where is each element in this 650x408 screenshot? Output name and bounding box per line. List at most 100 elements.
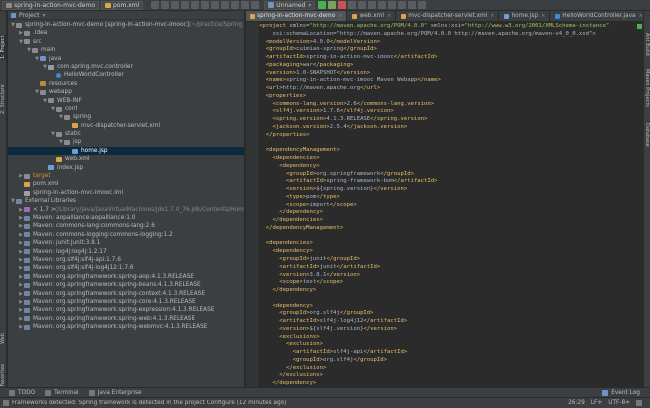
tool-project[interactable]: 1: Project bbox=[0, 35, 6, 59]
copy-icon[interactable] bbox=[211, 1, 220, 9]
tree-node[interactable]: ▶ Maven: commons-logging:commons-logging:… bbox=[8, 231, 244, 239]
sdk-icon[interactable] bbox=[408, 1, 417, 9]
tree-node[interactable]: ▶ Maven: commons-lang:commons-lang:2.6 bbox=[8, 222, 244, 230]
tree-node[interactable]: resources bbox=[8, 80, 244, 88]
tree-node[interactable]: ▶ Maven: org.slf4j:slf4j-api:1.7.6 bbox=[8, 256, 244, 264]
code-line: <exclusion> bbox=[285, 341, 324, 348]
tool-ant-build[interactable]: Ant Build bbox=[644, 33, 650, 56]
tree-node[interactable]: ▼ jsp bbox=[8, 138, 244, 146]
tree-node[interactable]: ▼ com.spring.mvc.controller bbox=[8, 63, 244, 71]
tree-node[interactable]: ▼ spring-in-action-mvc-demo [spring-in-ac… bbox=[8, 21, 244, 29]
editor-tab[interactable]: mvc-dispatcher-servlet.xml × bbox=[397, 11, 500, 21]
sync-icon[interactable] bbox=[171, 1, 180, 9]
stop-icon[interactable] bbox=[338, 1, 347, 9]
tree-node[interactable]: ▼ src bbox=[8, 38, 244, 46]
build-icon[interactable] bbox=[251, 1, 260, 9]
vcs-update-icon[interactable] bbox=[358, 1, 367, 9]
tree-node[interactable]: ▼ conf bbox=[8, 105, 244, 113]
iml-icon bbox=[24, 190, 30, 196]
paste-icon[interactable] bbox=[221, 1, 230, 9]
tree-node[interactable]: spring-in-action-mvc-imooc.iml bbox=[8, 189, 244, 197]
open-icon[interactable] bbox=[151, 1, 160, 9]
folder-icon bbox=[6, 2, 12, 8]
close-icon[interactable]: × bbox=[541, 13, 545, 19]
save-icon[interactable] bbox=[161, 1, 170, 9]
chevron-down-icon: ▾ bbox=[42, 11, 46, 19]
tree-node[interactable]: ▼ spring bbox=[8, 113, 244, 121]
tree-node[interactable]: ▶ Maven: aopalliance:aopalliance:1.0 bbox=[8, 214, 244, 222]
tree-node[interactable]: ▶ .idea bbox=[8, 29, 244, 37]
editor-tab[interactable]: spring-in-action-mvc-demo × bbox=[246, 11, 348, 21]
editor-tab[interactable]: web.xml × bbox=[348, 11, 397, 21]
layout-icon[interactable] bbox=[3, 400, 9, 406]
structure-icon[interactable] bbox=[398, 1, 407, 9]
breadcrumb-project[interactable]: spring-in-action-mvc-demo bbox=[2, 0, 99, 10]
tree-node-path: (~/practice/Spring bbox=[188, 22, 243, 28]
cut-icon[interactable] bbox=[201, 1, 210, 9]
tree-node[interactable]: mvc-dispatcher-servlet.xml bbox=[8, 122, 244, 130]
code-editor[interactable]: <project xmlns="http://maven.apache.org/… bbox=[259, 23, 643, 387]
tree-node[interactable]: ▼ External Libraries bbox=[8, 197, 244, 205]
tree-node[interactable]: ▶ Maven: org.slf4j:slf4j-log4j12:1.7.6 bbox=[8, 264, 244, 272]
tree-node[interactable]: ▼ WEB-INF bbox=[8, 97, 244, 105]
tool-structure[interactable]: 2: Structure bbox=[0, 84, 6, 114]
tree-node[interactable]: web.xml bbox=[8, 155, 244, 163]
close-icon[interactable]: × bbox=[490, 13, 494, 19]
tool-database[interactable]: Database bbox=[644, 123, 650, 147]
tree-node[interactable]: HelloWorldController bbox=[8, 71, 244, 79]
lock-icon[interactable] bbox=[636, 400, 642, 406]
breadcrumb-file[interactable]: pom.xml bbox=[101, 0, 144, 10]
tree-node[interactable]: ▼ main bbox=[8, 46, 244, 54]
find-icon[interactable] bbox=[231, 1, 240, 9]
coverage-icon[interactable] bbox=[348, 1, 357, 9]
help-icon[interactable] bbox=[418, 1, 427, 9]
tool-event-log[interactable]: Event Log bbox=[602, 389, 640, 396]
tool-java-enterprise[interactable]: Java Enterprise bbox=[88, 389, 142, 396]
tree-node[interactable]: ▶ Maven: org.springframework:spring-core:… bbox=[8, 298, 244, 306]
tree-node[interactable]: ▶ Maven: org.springframework:spring-webmv… bbox=[8, 323, 244, 331]
run-icon[interactable] bbox=[318, 1, 327, 9]
tree-node[interactable]: ▼ static bbox=[8, 130, 244, 138]
tool-web[interactable]: Web bbox=[0, 333, 6, 344]
vcs-commit-icon[interactable] bbox=[368, 1, 377, 9]
status-message[interactable]: Frameworks detected: Spring framework is… bbox=[12, 400, 562, 406]
history-icon[interactable] bbox=[378, 1, 387, 9]
tree-node[interactable]: home.jsp bbox=[8, 146, 244, 156]
debug-icon[interactable] bbox=[328, 1, 337, 9]
close-icon[interactable]: × bbox=[338, 13, 342, 19]
tree-node[interactable]: ▼ webapp bbox=[8, 88, 244, 96]
tree-node[interactable]: ▶ Maven: org.springframework:spring-conte… bbox=[8, 290, 244, 298]
tree-node[interactable]: ▶ Maven: org.springframework:spring-beans… bbox=[8, 281, 244, 289]
tree-node[interactable]: ▼ java bbox=[8, 55, 244, 63]
tree-node[interactable]: pom.xml bbox=[8, 180, 244, 188]
config-icon bbox=[268, 2, 275, 8]
project-panel-header[interactable]: Project ▾ bbox=[8, 11, 244, 20]
caret-position[interactable]: 26:29 bbox=[568, 400, 585, 406]
tree-node[interactable]: ▶ Maven: org.springframework:spring-aop:4… bbox=[8, 273, 244, 281]
replace-icon[interactable] bbox=[241, 1, 250, 9]
tool-todo[interactable]: TODO bbox=[9, 389, 35, 396]
editor-tab[interactable]: HelloWorldController.java × bbox=[551, 11, 643, 21]
tree-node[interactable]: ▶ Maven: org.springframework:spring-expre… bbox=[8, 306, 244, 314]
file-encoding[interactable]: UTF-8≑ bbox=[608, 400, 630, 406]
tree-node[interactable]: ▶ Maven: org.springframework:spring-web:4… bbox=[8, 315, 244, 323]
code-line: <scope>import</scope> bbox=[285, 201, 357, 208]
src-icon bbox=[40, 56, 46, 62]
forward-icon[interactable] bbox=[191, 1, 200, 9]
folder-icon bbox=[48, 98, 54, 104]
tree-node[interactable]: ▶ Maven: junit:junit:3.8.1 bbox=[8, 239, 244, 247]
run-config-select[interactable]: Unnamed ▾ bbox=[264, 0, 316, 10]
line-separator[interactable]: LF≑ bbox=[591, 400, 602, 406]
code-line: <exclusions> bbox=[279, 333, 320, 340]
editor-tab[interactable]: home.jsp × bbox=[500, 11, 551, 21]
tool-maven-projects[interactable]: Maven Projects bbox=[644, 69, 650, 107]
back-icon[interactable] bbox=[181, 1, 190, 9]
tree-node[interactable]: ▶ < 1.7 > (/Library/Java/JavaVirtualMachi… bbox=[8, 206, 244, 214]
close-icon[interactable]: × bbox=[387, 13, 391, 19]
settings-icon[interactable] bbox=[388, 1, 397, 9]
close-icon[interactable]: × bbox=[639, 13, 643, 19]
tree-node[interactable]: ▶ target bbox=[8, 172, 244, 180]
tree-node[interactable]: ▶ Maven: log4j:log4j:1.2.17 bbox=[8, 248, 244, 256]
tree-node[interactable]: index.jsp bbox=[8, 164, 244, 172]
tool-terminal[interactable]: Terminal bbox=[45, 389, 79, 396]
